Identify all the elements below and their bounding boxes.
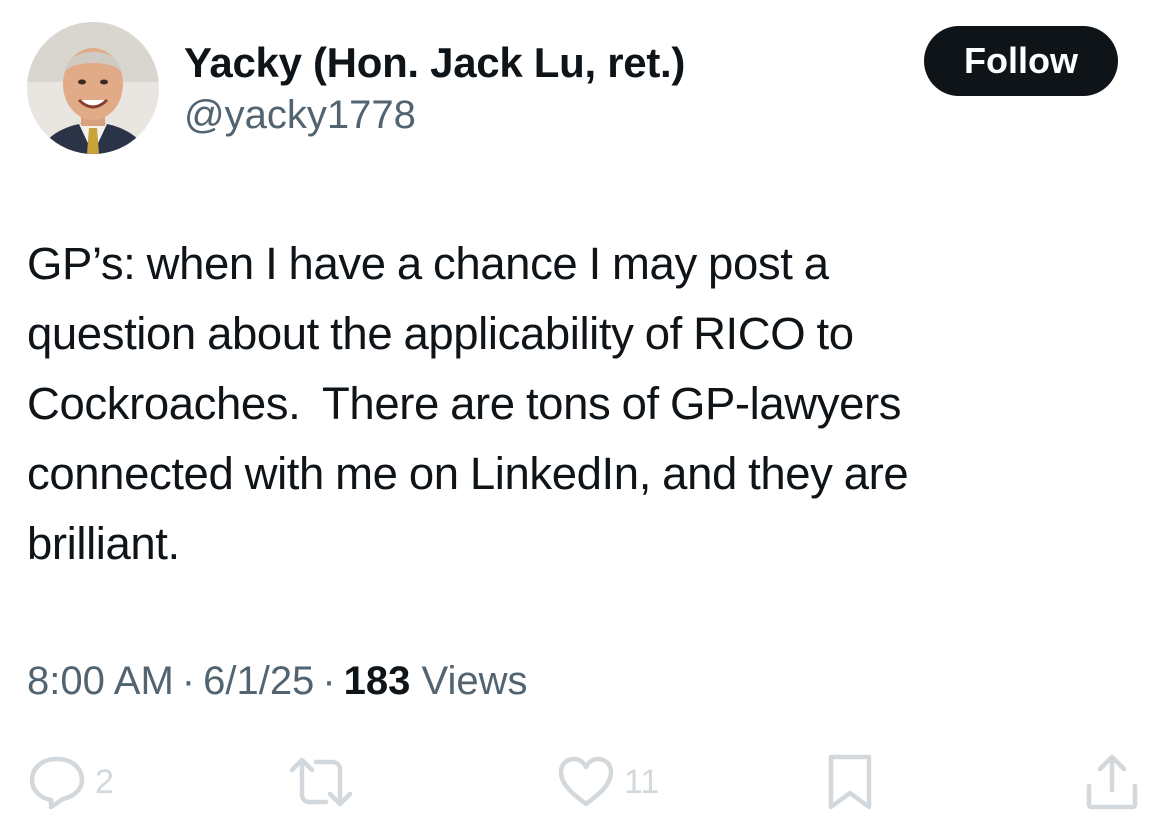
tweet-meta: 8:00 AM · 6/1/25 · 183 Views (27, 656, 528, 706)
tweet-text-line: brilliant. (27, 518, 180, 569)
share-button[interactable] (1084, 752, 1140, 812)
tweet-date[interactable]: 6/1/25 (203, 659, 314, 703)
tweet-text-line: Cockroaches. There are tons of GP-lawyer… (27, 378, 902, 429)
meta-separator: · (181, 659, 196, 703)
tweet-text-line: question about the applicability of RICO… (27, 308, 854, 359)
author-display-name[interactable]: Yacky (Hon. Jack Lu, ret.) (184, 38, 685, 88)
tweet-text: GP’s: when I have a chance I may post a … (27, 229, 1107, 579)
views-count: 183 (343, 659, 411, 703)
views-label: Views (421, 659, 528, 703)
avatar[interactable] (27, 22, 159, 154)
share-icon (1086, 754, 1138, 810)
author-handle[interactable]: @yacky1778 (184, 91, 416, 139)
reply-icon (29, 756, 85, 810)
meta-separator: · (322, 659, 336, 703)
tweet-text-line: connected with me on LinkedIn, and they … (27, 448, 909, 499)
like-count: 11 (624, 762, 660, 801)
like-button[interactable]: 11 (556, 752, 659, 812)
reply-button[interactable]: 2 (27, 752, 114, 812)
tweet-text-line: GP’s: when I have a chance I may post a (27, 238, 829, 289)
profile-photo-icon (27, 22, 159, 154)
tweet-time[interactable]: 8:00 AM (27, 659, 174, 703)
retweet-icon (289, 757, 353, 807)
retweet-button[interactable] (288, 752, 354, 812)
heart-icon (558, 756, 614, 807)
bookmark-icon (828, 754, 872, 810)
bookmark-button[interactable] (826, 752, 874, 812)
reply-count: 2 (95, 762, 114, 801)
follow-button[interactable]: Follow (924, 26, 1118, 96)
